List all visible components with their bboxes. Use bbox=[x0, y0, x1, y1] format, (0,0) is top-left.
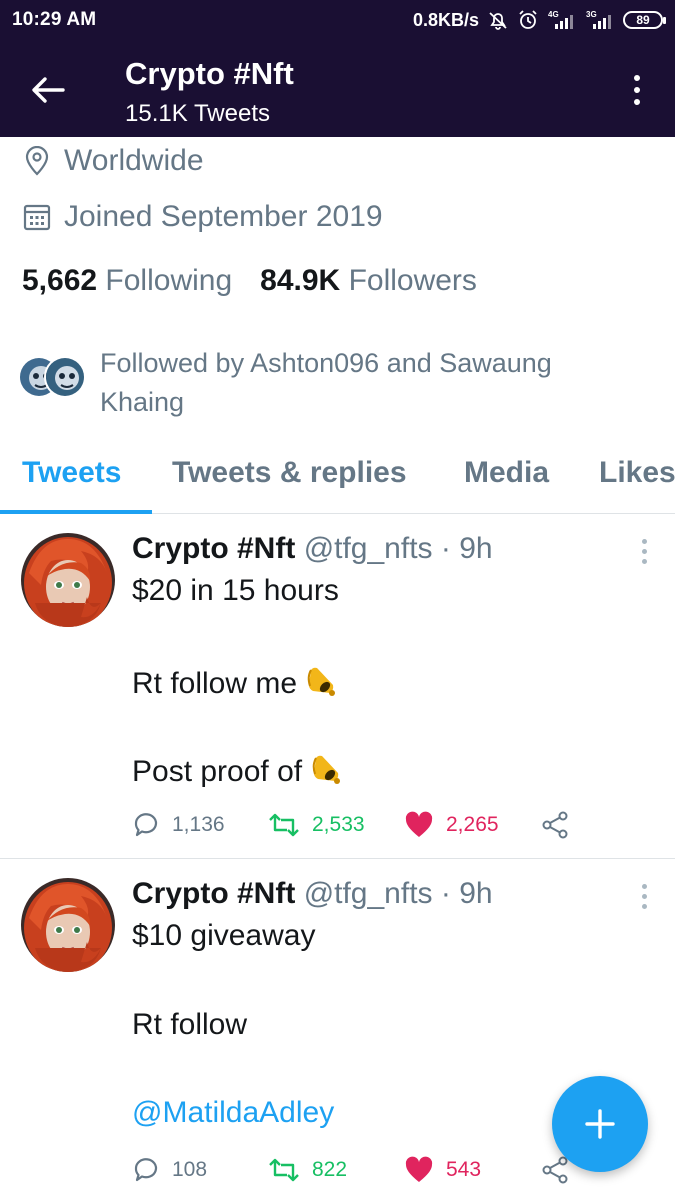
like-count: 2,265 bbox=[446, 813, 499, 836]
signal-4g-icon: 4G bbox=[547, 9, 577, 31]
tab-tweets[interactable]: Tweets bbox=[22, 456, 121, 490]
following-label: Following bbox=[105, 264, 233, 297]
tweet-text-line: $20 in 15 hours bbox=[132, 574, 339, 607]
mention-link[interactable]: @MatildaAdley bbox=[132, 1096, 334, 1130]
following-link[interactable]: 5,662 Following bbox=[22, 264, 232, 298]
follow-counts: 5,662 Following 84.9K Followers bbox=[22, 264, 477, 298]
plus-icon bbox=[585, 1109, 615, 1139]
reply-count: 1,136 bbox=[172, 813, 225, 836]
tweet-text-line: Post proof of bbox=[132, 751, 344, 795]
followers-link[interactable]: 84.9K Followers bbox=[260, 264, 477, 298]
reply-icon bbox=[134, 813, 158, 837]
more-dot-icon bbox=[634, 75, 640, 81]
reply-count: 108 bbox=[172, 1158, 208, 1181]
following-count: 5,662 bbox=[22, 264, 98, 297]
mute-bell-icon bbox=[487, 9, 509, 31]
more-options-button[interactable] bbox=[627, 70, 647, 110]
share-button[interactable] bbox=[540, 1156, 570, 1184]
compose-tweet-button[interactable] bbox=[552, 1076, 648, 1172]
followed-by[interactable]: Followed by Ashton096 and Sawaung Khaing bbox=[18, 344, 620, 422]
tweet-text-line: Rt follow bbox=[132, 1008, 248, 1041]
status-right: 0.8KB/s 4G 3G 89 bbox=[412, 9, 666, 31]
tab-tweets-replies[interactable]: Tweets & replies bbox=[172, 456, 407, 490]
tweet-options-button[interactable] bbox=[642, 884, 647, 909]
avatar[interactable] bbox=[21, 533, 115, 627]
profile-name-title: Crypto #Nft bbox=[125, 56, 294, 91]
retweet-button[interactable]: 2,533 bbox=[268, 811, 404, 839]
followers-label: Followers bbox=[348, 264, 477, 297]
back-button[interactable] bbox=[28, 70, 68, 110]
calendar-icon bbox=[22, 202, 52, 232]
tweet-text-line: Rt follow me bbox=[132, 663, 339, 707]
bell-icon bbox=[303, 663, 339, 707]
retweet-icon bbox=[269, 1158, 299, 1182]
profile-tabs: Tweets Tweets & replies Media Likes bbox=[0, 440, 675, 514]
followers-count: 84.9K bbox=[260, 264, 341, 297]
tweet-actions: 108 822 543 bbox=[132, 1156, 570, 1184]
retweet-count: 2,533 bbox=[312, 813, 365, 836]
tweet-author-name[interactable]: Crypto #Nft bbox=[132, 532, 295, 565]
more-dot-icon bbox=[634, 87, 640, 93]
retweet-button[interactable]: 822 bbox=[268, 1156, 404, 1184]
screen: 10:29 AM 0.8KB/s 4G 3G 89 Crypto #Nft 15… bbox=[0, 0, 675, 1200]
reply-icon bbox=[134, 1158, 158, 1182]
retweet-count: 822 bbox=[312, 1158, 348, 1181]
share-button[interactable] bbox=[540, 811, 570, 839]
bell-icon bbox=[308, 751, 344, 795]
reply-button[interactable]: 1,136 bbox=[132, 811, 268, 839]
like-count: 543 bbox=[446, 1158, 482, 1181]
tweet-text: Post proof of bbox=[132, 754, 303, 788]
arrow-left-icon bbox=[32, 77, 65, 103]
retweet-icon bbox=[269, 813, 299, 837]
avatar bbox=[44, 356, 86, 398]
avatar[interactable] bbox=[21, 878, 115, 972]
like-button[interactable]: 2,265 bbox=[404, 811, 540, 839]
app-header: Crypto #Nft 15.1K Tweets bbox=[0, 40, 675, 137]
tweet-handle-time: @tfg_nfts · 9h bbox=[303, 877, 493, 910]
tab-media[interactable]: Media bbox=[464, 456, 549, 490]
status-time: 10:29 AM bbox=[12, 9, 97, 30]
tweet-handle-time: @tfg_nfts · 9h bbox=[303, 532, 493, 565]
tweet-author-name[interactable]: Crypto #Nft bbox=[132, 877, 295, 910]
joined-text: Joined September 2019 bbox=[64, 200, 383, 233]
network-1-label: 4G bbox=[548, 10, 559, 19]
tweet-text: Rt follow me bbox=[132, 666, 298, 700]
location-text: Worldwide bbox=[64, 144, 204, 177]
tab-likes[interactable]: Likes bbox=[599, 456, 675, 490]
battery-level: 89 bbox=[636, 13, 650, 27]
tweet-header: Crypto #Nft @tfg_nfts · 9h bbox=[132, 877, 493, 911]
reply-button[interactable]: 108 bbox=[132, 1156, 268, 1184]
profile-location: Worldwide bbox=[22, 144, 204, 178]
battery-icon: 89 bbox=[623, 11, 666, 29]
share-icon bbox=[542, 811, 568, 839]
more-dot-icon bbox=[634, 99, 640, 105]
tweet-options-button[interactable] bbox=[642, 539, 647, 564]
network-2-label: 3G bbox=[586, 10, 597, 19]
tweet-text-line: $10 giveaway bbox=[132, 919, 316, 952]
followed-by-text: Followed by Ashton096 and Sawaung Khaing bbox=[100, 348, 552, 417]
tweet-header: Crypto #Nft @tfg_nfts · 9h bbox=[132, 532, 493, 566]
status-bar: 10:29 AM 0.8KB/s 4G 3G 89 bbox=[0, 0, 675, 40]
tweet[interactable]: Crypto #Nft @tfg_nfts · 9h $20 in 15 hou… bbox=[0, 515, 675, 859]
profile-joined: Joined September 2019 bbox=[22, 200, 383, 234]
tweet-actions: 1,136 2,533 2,265 bbox=[132, 811, 570, 839]
heart-icon bbox=[405, 811, 433, 837]
share-icon bbox=[542, 1156, 568, 1184]
net-speed: 0.8KB/s bbox=[412, 9, 479, 30]
tweet-count: 15.1K Tweets bbox=[125, 100, 270, 127]
like-button[interactable]: 543 bbox=[404, 1156, 540, 1184]
follower-avatars bbox=[18, 356, 88, 400]
active-tab-indicator bbox=[0, 510, 152, 514]
signal-3g-icon: 3G bbox=[585, 9, 615, 31]
location-pin-icon bbox=[22, 146, 52, 176]
alarm-icon bbox=[517, 9, 539, 31]
heart-icon bbox=[405, 1156, 433, 1182]
